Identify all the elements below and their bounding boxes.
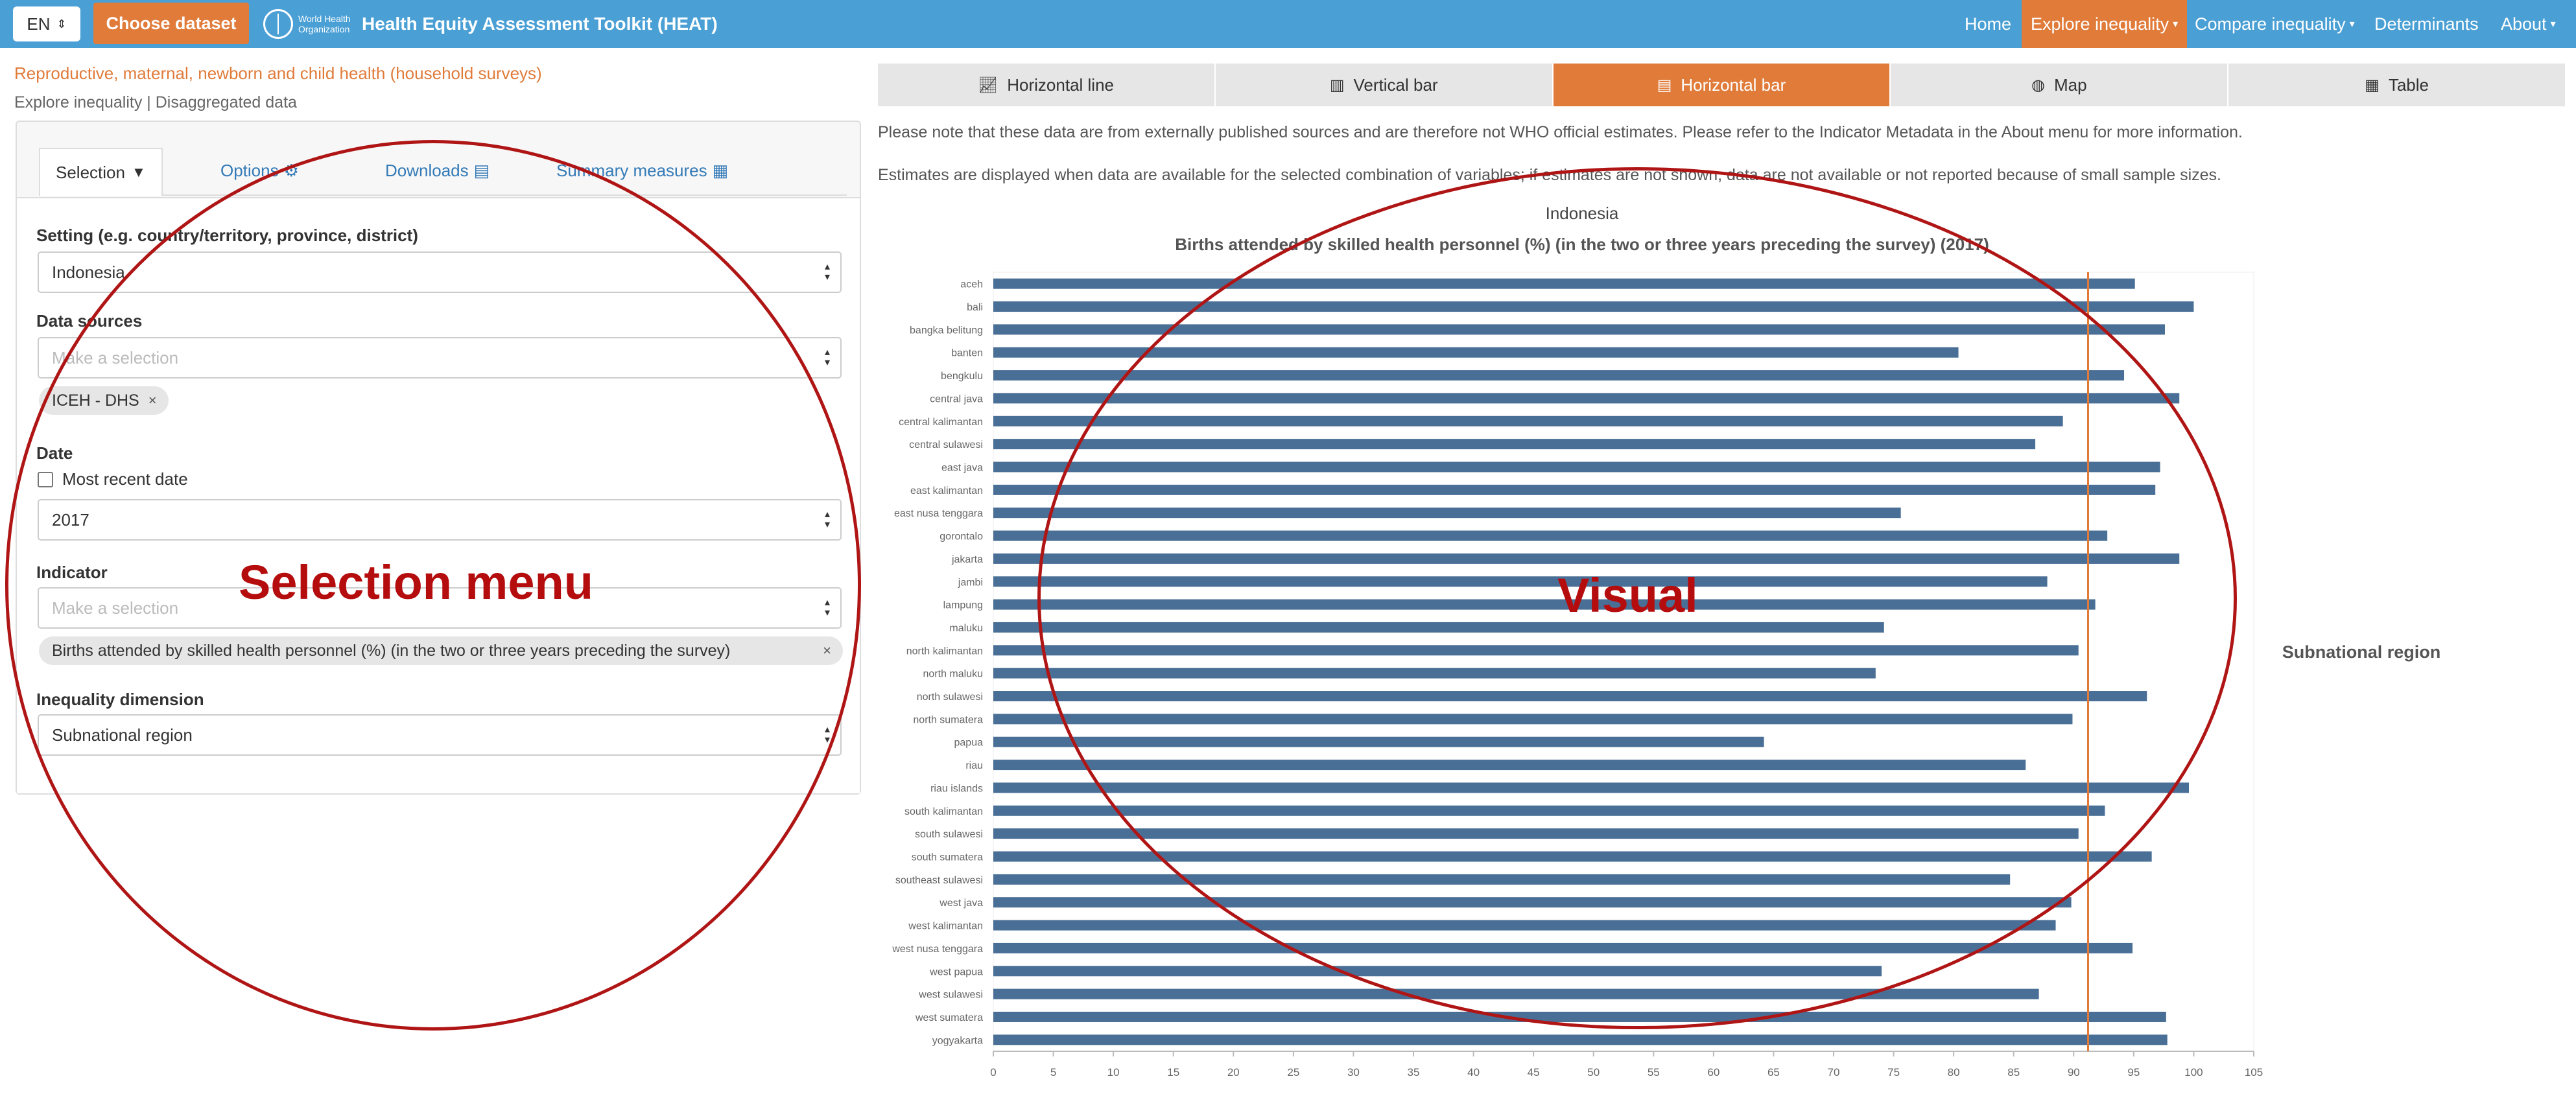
x-tick-label: 25 xyxy=(1287,1066,1299,1079)
x-tick-label: 15 xyxy=(1167,1066,1179,1079)
category-label: east kalimantan xyxy=(910,485,983,496)
category-label: aceh xyxy=(960,279,983,290)
category-label: west papua xyxy=(929,966,983,977)
panel-label: Subnational region xyxy=(2282,642,2441,662)
visual-annotation: Visual xyxy=(1557,568,1698,622)
bar[interactable] xyxy=(993,1034,2168,1045)
x-tick-label: 0 xyxy=(990,1066,996,1079)
category-label: jambi xyxy=(958,577,983,588)
x-tick-label: 55 xyxy=(1648,1066,1660,1079)
category-label: bengkulu xyxy=(941,371,983,382)
category-label: north maluku xyxy=(923,669,984,680)
category-label: riau islands xyxy=(930,783,983,794)
category-label: gorontalo xyxy=(939,531,983,542)
x-tick-label: 90 xyxy=(2068,1066,2080,1079)
category-label: south sumatera xyxy=(912,852,983,863)
category-label: north sulawesi xyxy=(917,692,983,703)
category-label: south kalimantan xyxy=(904,806,983,817)
category-label: east nusa tenggara xyxy=(894,508,983,519)
x-tick-label: 40 xyxy=(1467,1066,1480,1079)
category-label: north sumatera xyxy=(913,714,983,725)
category-label: yogyakarta xyxy=(932,1035,983,1046)
x-tick-label: 50 xyxy=(1587,1066,1600,1079)
x-tick-label: 85 xyxy=(2007,1066,2020,1079)
x-tick-label: 10 xyxy=(1107,1066,1120,1079)
x-tick-label: 105 xyxy=(2245,1066,2263,1079)
category-label: east java xyxy=(941,463,983,474)
category-label: south sulawesi xyxy=(915,829,983,840)
category-label: west sumatera xyxy=(915,1012,983,1023)
category-label: west nusa tenggara xyxy=(892,944,983,955)
category-label: west kalimantan xyxy=(908,921,983,932)
x-tick-label: 30 xyxy=(1347,1066,1360,1079)
category-label: southeast sulawesi xyxy=(895,875,983,886)
x-tick-label: 75 xyxy=(1887,1066,1900,1079)
category-label: bangka belitung xyxy=(910,325,983,336)
x-tick-label: 60 xyxy=(1707,1066,1719,1079)
x-tick-label: 70 xyxy=(1828,1066,1840,1079)
category-label: central sulawesi xyxy=(909,439,983,450)
category-label: maluku xyxy=(949,623,983,634)
selection-menu-annotation: Selection menu xyxy=(239,555,593,609)
x-tick-label: 95 xyxy=(2127,1066,2140,1079)
category-label: papua xyxy=(954,738,984,749)
category-label: bali xyxy=(967,302,983,313)
category-label: north kalimantan xyxy=(906,646,983,657)
x-tick-label: 20 xyxy=(1227,1066,1240,1079)
category-label: central java xyxy=(930,393,983,404)
category-label: riau xyxy=(965,760,983,771)
x-tick-label: 100 xyxy=(2184,1066,2203,1079)
category-label: west java xyxy=(939,898,983,909)
category-label: central kalimantan xyxy=(899,417,983,428)
x-tick-label: 35 xyxy=(1408,1066,1420,1079)
x-tick-label: 5 xyxy=(1050,1066,1056,1079)
category-label: banten xyxy=(951,348,983,359)
x-tick-label: 45 xyxy=(1528,1066,1540,1079)
category-label: west sulawesi xyxy=(918,990,983,1001)
category-label: jakarta xyxy=(951,554,983,565)
category-label: lampung xyxy=(943,600,983,611)
x-tick-label: 80 xyxy=(1948,1066,1960,1079)
x-tick-label: 65 xyxy=(1767,1066,1780,1079)
